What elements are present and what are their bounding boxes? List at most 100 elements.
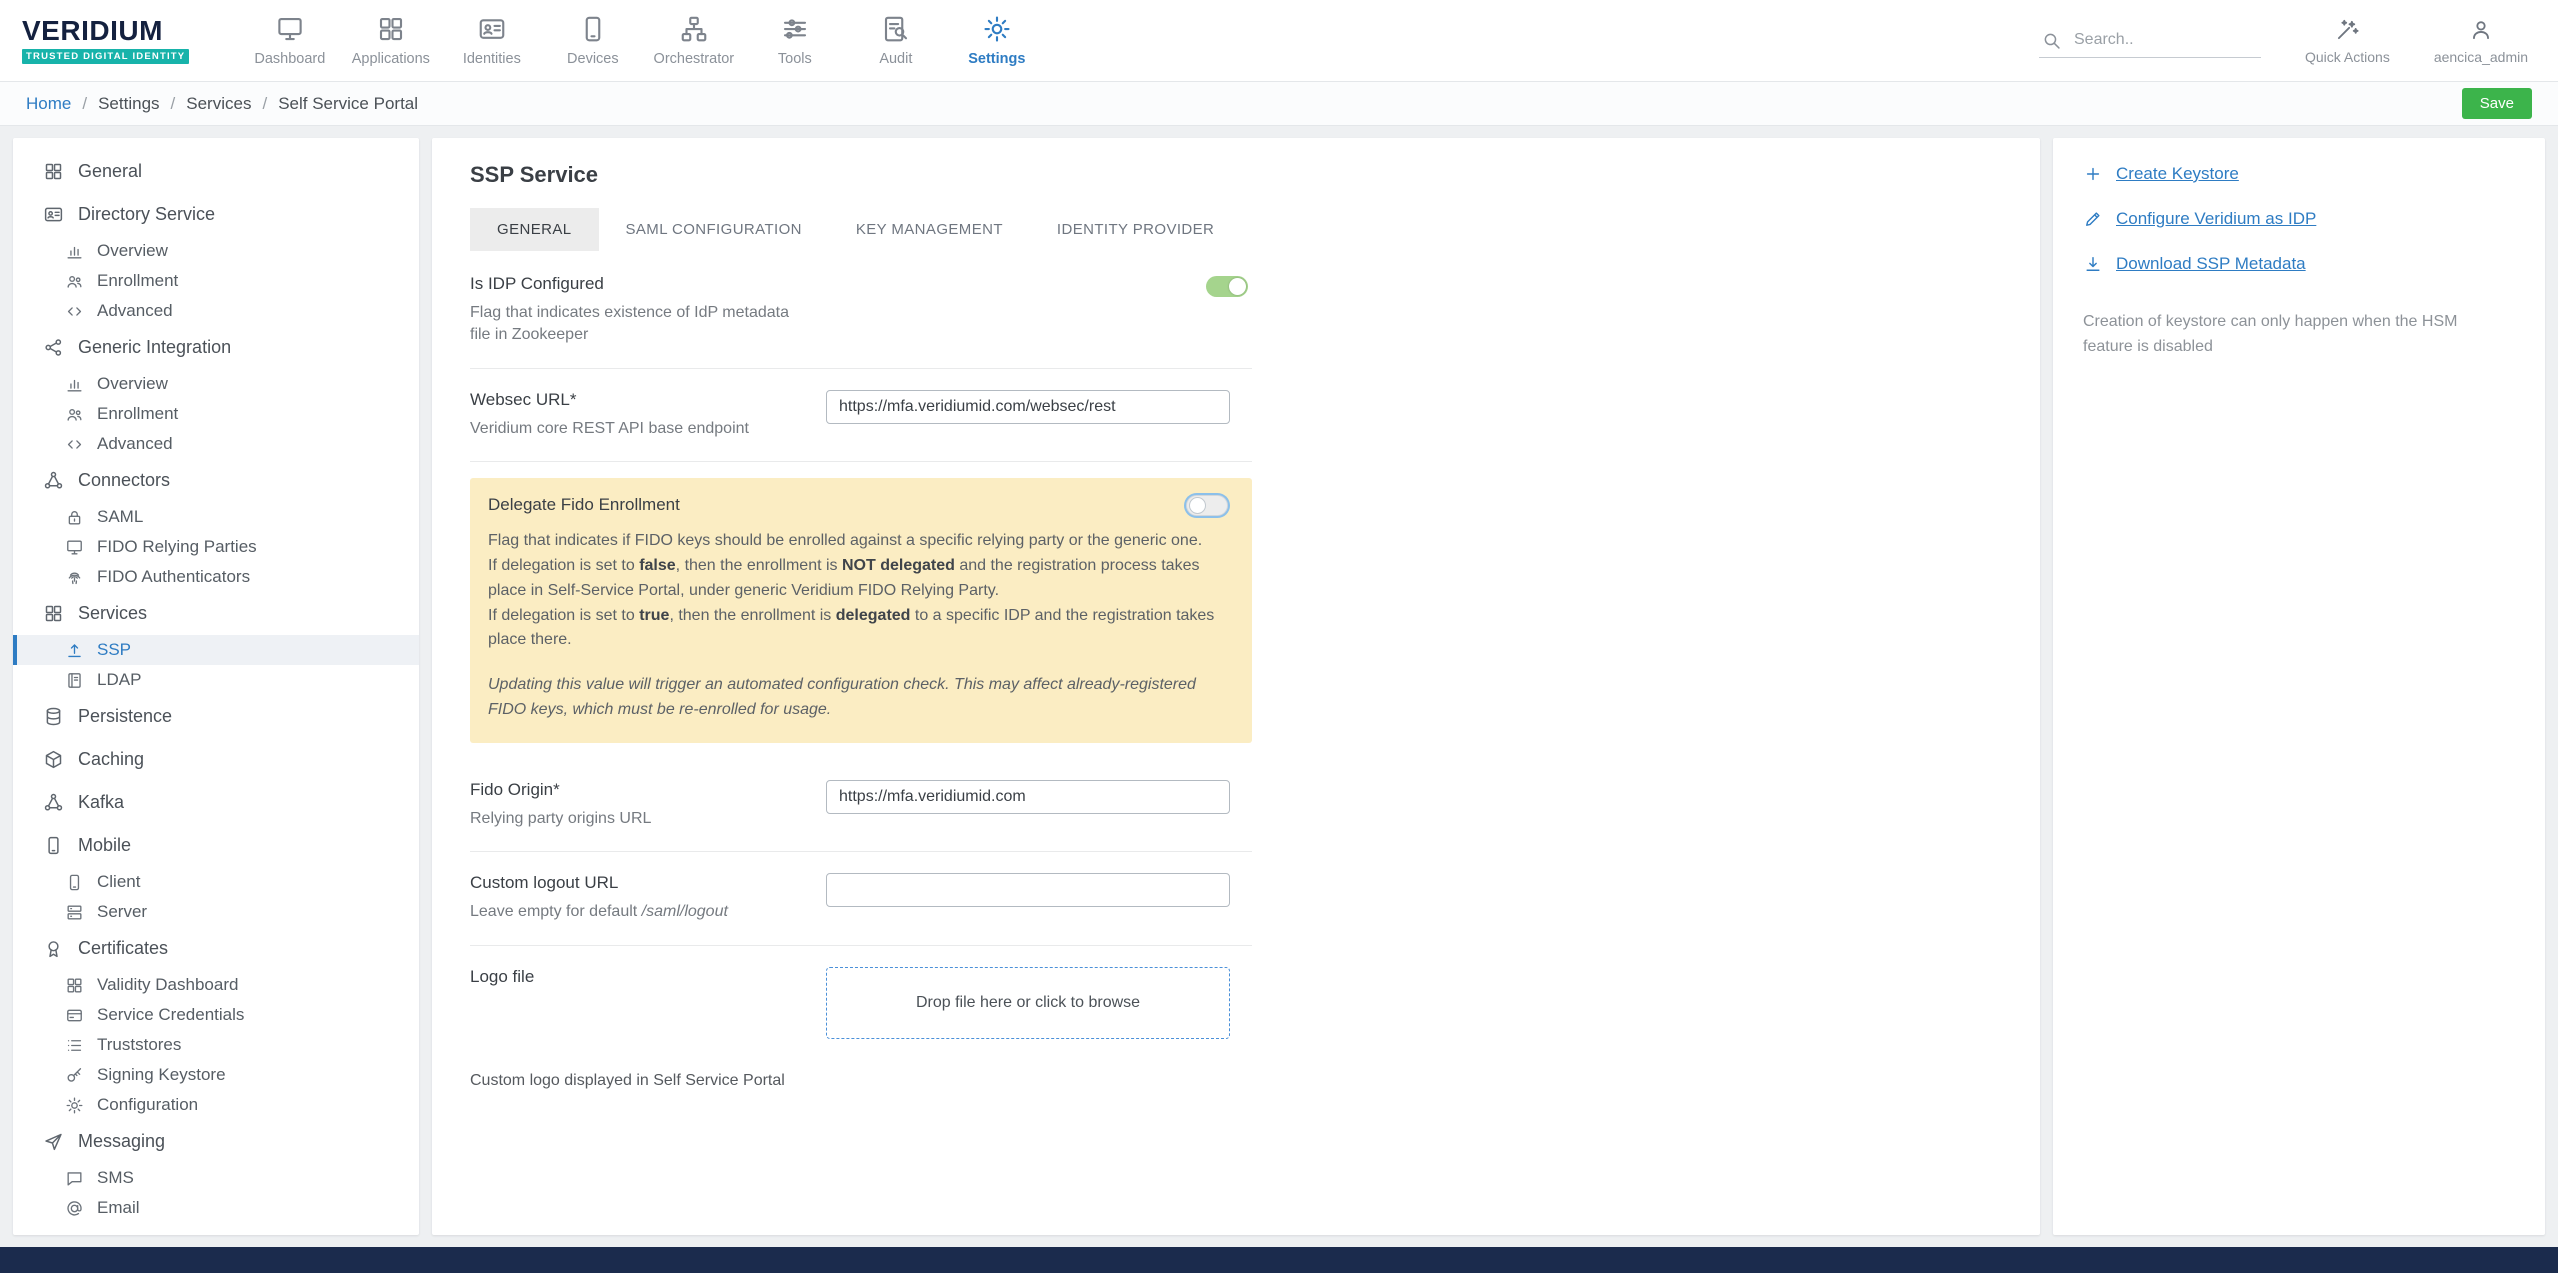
sliders-icon bbox=[780, 14, 810, 44]
nav-settings[interactable]: Settings bbox=[946, 0, 1047, 81]
plus-icon bbox=[2083, 164, 2103, 184]
tab-key-management[interactable]: KEY MANAGEMENT bbox=[829, 208, 1030, 251]
pencil-icon bbox=[2083, 209, 2103, 229]
sidebar-section-directory-service[interactable]: Directory Service bbox=[13, 193, 419, 236]
sidebar-item-integration-overview[interactable]: Overview bbox=[13, 369, 419, 399]
sidebar-section-persistence[interactable]: Persistence bbox=[13, 695, 419, 738]
sidebar-item-sms[interactable]: SMS bbox=[13, 1163, 419, 1193]
sidebar-item-directory-advanced[interactable]: Advanced bbox=[13, 296, 419, 326]
breadcrumb-settings[interactable]: Settings bbox=[98, 94, 159, 114]
general-settings-form: Is IDP Configured Flag that indicates ex… bbox=[470, 253, 1252, 1090]
page-title: SSP Service bbox=[470, 162, 2002, 188]
sidebar-section-messaging[interactable]: Messaging bbox=[13, 1120, 419, 1163]
top-header: VERIDIUM TRUSTED DIGITAL IDENTITY Dashbo… bbox=[0, 0, 2558, 82]
search-input[interactable] bbox=[2072, 30, 2259, 50]
sidebar-section-mobile[interactable]: Mobile bbox=[13, 824, 419, 867]
delegate-line-3: If delegation is set to true, then the e… bbox=[488, 604, 1234, 654]
actions-panel: Create Keystore Configure Veridium as ID… bbox=[2053, 138, 2545, 1235]
veridium-logo[interactable]: VERIDIUM TRUSTED DIGITAL IDENTITY bbox=[22, 0, 189, 81]
idp-configured-toggle[interactable] bbox=[1206, 276, 1248, 297]
custom-logout-input[interactable] bbox=[826, 873, 1230, 907]
save-button[interactable]: Save bbox=[2462, 88, 2532, 119]
sidebar-item-ldap[interactable]: LDAP bbox=[13, 665, 419, 695]
tab-general[interactable]: GENERAL bbox=[470, 208, 599, 251]
delegate-line-1: Flag that indicates if FIDO keys should … bbox=[488, 529, 1234, 554]
chart-icon bbox=[65, 375, 84, 394]
sidebar-section-generic-integration[interactable]: Generic Integration bbox=[13, 326, 419, 369]
tab-identity-provider[interactable]: IDENTITY PROVIDER bbox=[1030, 208, 1241, 251]
sidebar-item-integration-enrollment[interactable]: Enrollment bbox=[13, 399, 419, 429]
quick-actions-button[interactable]: Quick Actions bbox=[2305, 17, 2390, 65]
code-icon bbox=[65, 302, 84, 321]
nav-applications[interactable]: Applications bbox=[340, 0, 441, 81]
delegate-fido-enrollment-box: Delegate Fido Enrollment Flag that indic… bbox=[470, 478, 1252, 743]
list-icon bbox=[65, 1036, 84, 1055]
nav-dashboard[interactable]: Dashboard bbox=[239, 0, 340, 81]
user-menu[interactable]: aencica_admin bbox=[2434, 17, 2528, 65]
sidebar-item-validity-dashboard[interactable]: Validity Dashboard bbox=[13, 970, 419, 1000]
sidebar-section-general[interactable]: General bbox=[13, 150, 419, 193]
sidebar-item-saml[interactable]: SAML bbox=[13, 502, 419, 532]
websec-url-input[interactable] bbox=[826, 390, 1230, 424]
delegate-warning-note: Updating this value will trigger an auto… bbox=[488, 673, 1234, 723]
phone-icon bbox=[43, 835, 64, 856]
sidebar-item-mobile-server[interactable]: Server bbox=[13, 897, 419, 927]
sidebar-section-caching[interactable]: Caching bbox=[13, 738, 419, 781]
nav-audit[interactable]: Audit bbox=[845, 0, 946, 81]
configure-veridium-as-idp-link[interactable]: Configure Veridium as IDP bbox=[2083, 209, 2515, 229]
ssp-tabs: GENERAL SAML CONFIGURATION KEY MANAGEMEN… bbox=[470, 208, 2002, 251]
create-keystore-link[interactable]: Create Keystore bbox=[2083, 164, 2515, 184]
card-icon bbox=[65, 1006, 84, 1025]
logo-file-dropzone[interactable]: Drop file here or click to browse bbox=[826, 967, 1230, 1039]
sidebar-item-service-credentials[interactable]: Service Credentials bbox=[13, 1000, 419, 1030]
delegate-fido-toggle[interactable] bbox=[1186, 495, 1228, 516]
idcard-icon bbox=[43, 204, 64, 225]
sidebar-item-fido-relying-parties[interactable]: FIDO Relying Parties bbox=[13, 532, 419, 562]
breadcrumb-separator: / bbox=[171, 94, 176, 114]
sidebar-item-mobile-client[interactable]: Client bbox=[13, 867, 419, 897]
network-icon bbox=[43, 792, 64, 813]
database-icon bbox=[43, 706, 64, 727]
sidebar-item-truststores[interactable]: Truststores bbox=[13, 1030, 419, 1060]
phone-icon bbox=[578, 14, 608, 44]
toggle-knob bbox=[1229, 278, 1246, 295]
sidebar-item-directory-enrollment[interactable]: Enrollment bbox=[13, 266, 419, 296]
certificate-icon bbox=[43, 938, 64, 959]
sidebar-item-configuration[interactable]: Configuration bbox=[13, 1090, 419, 1120]
main-nav: Dashboard Applications Identities Device… bbox=[239, 0, 1047, 81]
nav-identities[interactable]: Identities bbox=[441, 0, 542, 81]
sidebar-item-email[interactable]: Email bbox=[13, 1193, 419, 1223]
sidebar-item-ssp[interactable]: SSP bbox=[13, 635, 419, 665]
settings-sidebar: General Directory Service Overview Enrol… bbox=[13, 138, 419, 1235]
gear-icon bbox=[982, 14, 1012, 44]
logo-file-description: Custom logo displayed in Self Service Po… bbox=[470, 1072, 1252, 1090]
gear-icon bbox=[65, 1096, 84, 1115]
sidebar-item-signing-keystore[interactable]: Signing Keystore bbox=[13, 1060, 419, 1090]
delegate-line-2: If delegation is set to false, then the … bbox=[488, 554, 1234, 604]
field-row-is-idp-configured: Is IDP Configured Flag that indicates ex… bbox=[470, 253, 1252, 369]
fido-origin-input[interactable] bbox=[826, 780, 1230, 814]
share-icon bbox=[43, 337, 64, 358]
sidebar-section-certificates[interactable]: Certificates bbox=[13, 927, 419, 970]
nav-orchestrator[interactable]: Orchestrator bbox=[643, 0, 744, 81]
grid-icon bbox=[65, 976, 84, 995]
fido-origin-description: Relying party origins URL bbox=[470, 808, 806, 830]
search-icon[interactable] bbox=[2041, 30, 2062, 51]
sidebar-section-connectors[interactable]: Connectors bbox=[13, 459, 419, 502]
nav-devices[interactable]: Devices bbox=[542, 0, 643, 81]
sidebar-item-integration-advanced[interactable]: Advanced bbox=[13, 429, 419, 459]
download-ssp-metadata-link[interactable]: Download SSP Metadata bbox=[2083, 254, 2515, 274]
sidebar-item-directory-overview[interactable]: Overview bbox=[13, 236, 419, 266]
sidebar-section-kafka[interactable]: Kafka bbox=[13, 781, 419, 824]
chat-icon bbox=[65, 1169, 84, 1188]
grid-icon bbox=[43, 161, 64, 182]
network-icon bbox=[43, 470, 64, 491]
users-icon bbox=[65, 272, 84, 291]
breadcrumb-home[interactable]: Home bbox=[26, 94, 71, 114]
tab-saml-configuration[interactable]: SAML CONFIGURATION bbox=[599, 208, 829, 251]
sidebar-section-services[interactable]: Services bbox=[13, 592, 419, 635]
breadcrumb: Home / Settings / Services / Self Servic… bbox=[26, 94, 418, 114]
breadcrumb-services[interactable]: Services bbox=[186, 94, 251, 114]
nav-tools[interactable]: Tools bbox=[744, 0, 845, 81]
sidebar-item-fido-authenticators[interactable]: FIDO Authenticators bbox=[13, 562, 419, 592]
